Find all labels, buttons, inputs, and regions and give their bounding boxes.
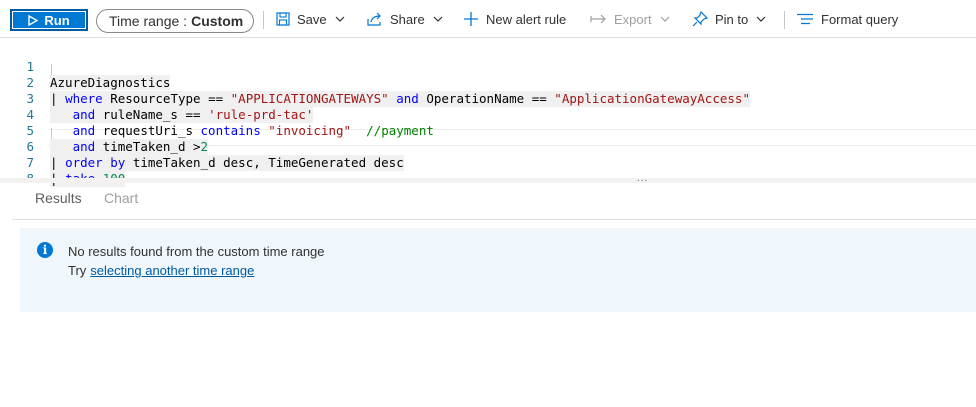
toolbar-divider — [263, 11, 264, 29]
save-icon — [276, 12, 290, 26]
code-line: 6 | order by timeTaken_d desc, TimeGener… — [0, 123, 976, 171]
message-title: No results found from the custom time ra… — [68, 244, 325, 259]
share-label: Share — [390, 11, 425, 27]
plus-icon — [463, 11, 479, 27]
time-range-label: Time range : — [109, 13, 188, 29]
share-icon — [367, 12, 383, 26]
toolbar-divider — [784, 11, 785, 29]
export-arrow-icon — [590, 14, 607, 24]
play-icon — [28, 14, 39, 26]
code-line: 3 and ruleName_s == 'rule-prd-tac' — [0, 75, 976, 123]
save-button[interactable]: Save — [276, 0, 345, 38]
tabs-divider — [12, 219, 976, 220]
share-button[interactable]: Share — [367, 0, 443, 38]
pin-label: Pin to — [715, 11, 749, 27]
pin-icon — [692, 11, 708, 27]
tab-results[interactable]: Results — [35, 190, 82, 206]
time-range-value: Custom — [191, 13, 244, 29]
pane-splitter[interactable] — [0, 178, 976, 183]
query-editor[interactable]: 1 AzureDiagnostics 2 | where ResourceTyp… — [0, 38, 976, 187]
message-subtext: Try selecting another time range — [68, 263, 254, 278]
info-icon: i — [37, 242, 53, 258]
chevron-down-icon — [335, 16, 345, 22]
try-label: Try — [68, 263, 87, 278]
select-time-range-link[interactable]: selecting another time range — [90, 263, 254, 278]
pin-to-button[interactable]: Pin to — [692, 0, 766, 38]
format-query-button[interactable]: Format query — [796, 0, 898, 38]
splitter-handle[interactable]: ... — [637, 173, 648, 184]
time-range-picker[interactable]: Time range : Custom — [96, 9, 254, 33]
no-results-message: i No results found from the custom time … — [20, 228, 976, 312]
tab-chart[interactable]: Chart — [104, 190, 138, 206]
new-alert-rule-button[interactable]: New alert rule — [463, 0, 566, 38]
code-line: 8 — [0, 155, 976, 186]
run-label: Run — [44, 12, 70, 28]
run-button[interactable]: Run — [10, 9, 88, 31]
format-label: Format query — [821, 11, 899, 27]
chevron-down-icon — [756, 16, 766, 22]
code-line: 5 and timeTaken_d >2 — [0, 107, 976, 155]
export-label: Export — [614, 11, 652, 27]
code-line: 2 | where ResourceType == "APPLICATIONGA… — [0, 59, 976, 107]
code-line: 4 and requestUri_s contains "invoicing" … — [0, 91, 976, 138]
chevron-down-icon — [433, 16, 443, 22]
chevron-down-icon — [660, 16, 670, 22]
save-label: Save — [297, 11, 327, 27]
new-alert-label: New alert rule — [486, 11, 567, 27]
export-button[interactable]: Export — [590, 0, 670, 38]
code-line: 7 | take 100 — [0, 139, 976, 187]
code-line: 1 AzureDiagnostics — [0, 43, 976, 90]
query-toolbar: Run Time range : Custom Save Share New a… — [0, 0, 976, 38]
format-icon — [796, 13, 814, 25]
